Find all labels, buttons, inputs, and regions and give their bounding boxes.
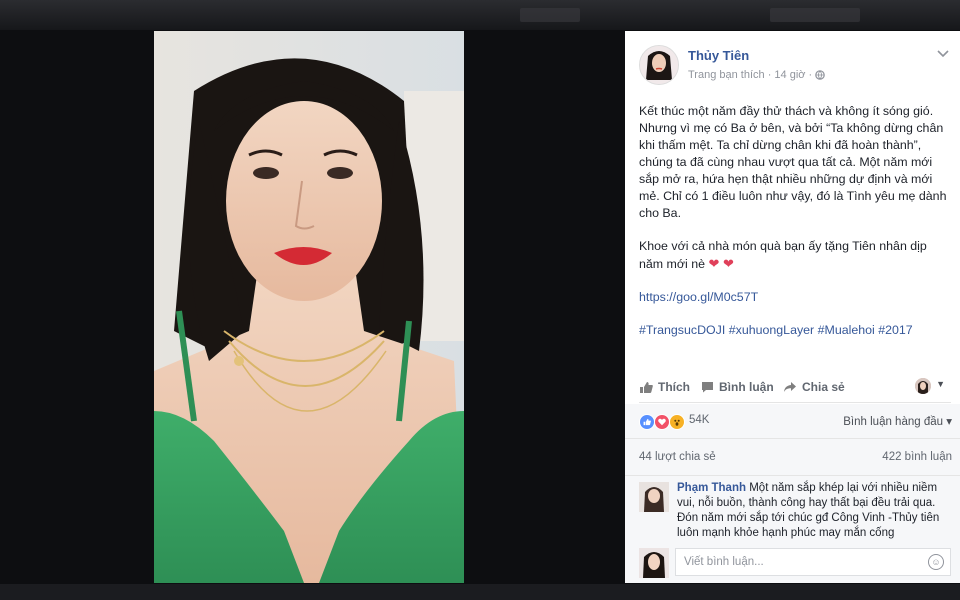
post-photo[interactable] bbox=[154, 31, 464, 583]
post-body: Kết thúc một năm đầy thử thách và không … bbox=[639, 103, 949, 355]
author-name[interactable]: Thủy Tiên bbox=[688, 48, 749, 63]
post-hashtags: #TrangsucDOJI #xuhuongLayer #Mualehoi #2… bbox=[639, 322, 949, 339]
comment-input-placeholder: Viết bình luận... bbox=[684, 556, 764, 568]
globe-icon bbox=[815, 70, 826, 83]
top-strip-blur bbox=[770, 8, 860, 22]
like-reaction-icon[interactable] bbox=[639, 414, 655, 430]
post-paragraph: Kết thúc một năm đầy thử thách và không … bbox=[639, 104, 947, 220]
avatar-image bbox=[640, 46, 678, 84]
post-meta: Trang bạn thích · 14 giờ · bbox=[688, 69, 826, 83]
comment-input[interactable]: Viết bình luận... ☺ bbox=[675, 548, 951, 576]
share-button[interactable]: Chia sẻ bbox=[783, 380, 845, 394]
stats-row: 44 lượt chia sẻ 422 bình luận bbox=[625, 439, 960, 476]
like-icon bbox=[639, 381, 653, 394]
browser-top-strip bbox=[0, 0, 960, 30]
comment-label: Bình luận bbox=[719, 380, 774, 394]
post-link-paragraph: https://goo.gl/M0c57T bbox=[639, 289, 949, 306]
author-avatar[interactable] bbox=[639, 45, 679, 85]
composer-avatar bbox=[639, 548, 669, 578]
commenter-name[interactable]: Phạm Thanh bbox=[677, 482, 746, 494]
comment-text-block: Phạm Thanh Một năm sắp khép lại với nhiề… bbox=[677, 481, 951, 540]
like-label: Thích bbox=[658, 380, 690, 394]
comment-count[interactable]: 422 bình luận bbox=[882, 451, 952, 463]
post-paragraph: Khoe với cả nhà món quà bạn ấy tặng Tiên… bbox=[639, 238, 949, 273]
viewer-avatar[interactable] bbox=[915, 378, 931, 394]
share-count[interactable]: 44 lượt chia sẻ bbox=[639, 451, 716, 463]
chevron-down-icon[interactable] bbox=[937, 47, 949, 61]
photo-illustration bbox=[154, 31, 464, 583]
wow-reaction-icon[interactable] bbox=[669, 414, 685, 430]
share-label: Chia sẻ bbox=[802, 380, 845, 394]
comment-sort-dropdown[interactable]: Bình luận hàng đầu ▾ bbox=[843, 414, 952, 428]
like-button[interactable]: Thích bbox=[639, 380, 690, 394]
caret-down-icon[interactable]: ▼ bbox=[936, 379, 945, 389]
post-link[interactable]: https://goo.gl/M0c57T bbox=[639, 290, 758, 304]
comment-icon bbox=[701, 381, 714, 393]
browser-bottom-strip bbox=[0, 584, 960, 600]
reaction-count[interactable]: 54K bbox=[689, 414, 709, 426]
top-strip-blur bbox=[520, 8, 580, 22]
comment-item: Phạm Thanh Một năm sắp khép lại với nhiề… bbox=[625, 476, 960, 540]
post-actions: Thích Bình luận Chia sẻ ▼ bbox=[639, 374, 951, 403]
reactions-row: 54K Bình luận hàng đầu ▾ bbox=[625, 404, 960, 439]
post-header: Thủy Tiên Trang bạn thích · 14 giờ · bbox=[639, 45, 951, 85]
post-paragraph-text: Khoe với cả nhà món quà bạn ấy tặng Tiên… bbox=[639, 239, 927, 271]
commenter-avatar[interactable] bbox=[639, 482, 669, 512]
love-reaction-icon[interactable] bbox=[654, 414, 670, 430]
heart-emoji-icons: ❤ ❤ bbox=[708, 256, 734, 271]
share-icon bbox=[783, 381, 797, 393]
comment-composer: Viết bình luận... ☺ bbox=[625, 540, 960, 583]
hashtags[interactable]: #TrangsucDOJI #xuhuongLayer #Mualehoi #2… bbox=[639, 323, 913, 337]
post-panel: Thủy Tiên Trang bạn thích · 14 giờ · Kết… bbox=[625, 31, 960, 583]
post-meta-text: Trang bạn thích · 14 giờ · bbox=[688, 69, 813, 81]
emoji-icon[interactable]: ☺ bbox=[928, 554, 944, 570]
comment-button[interactable]: Bình luận bbox=[701, 380, 774, 394]
